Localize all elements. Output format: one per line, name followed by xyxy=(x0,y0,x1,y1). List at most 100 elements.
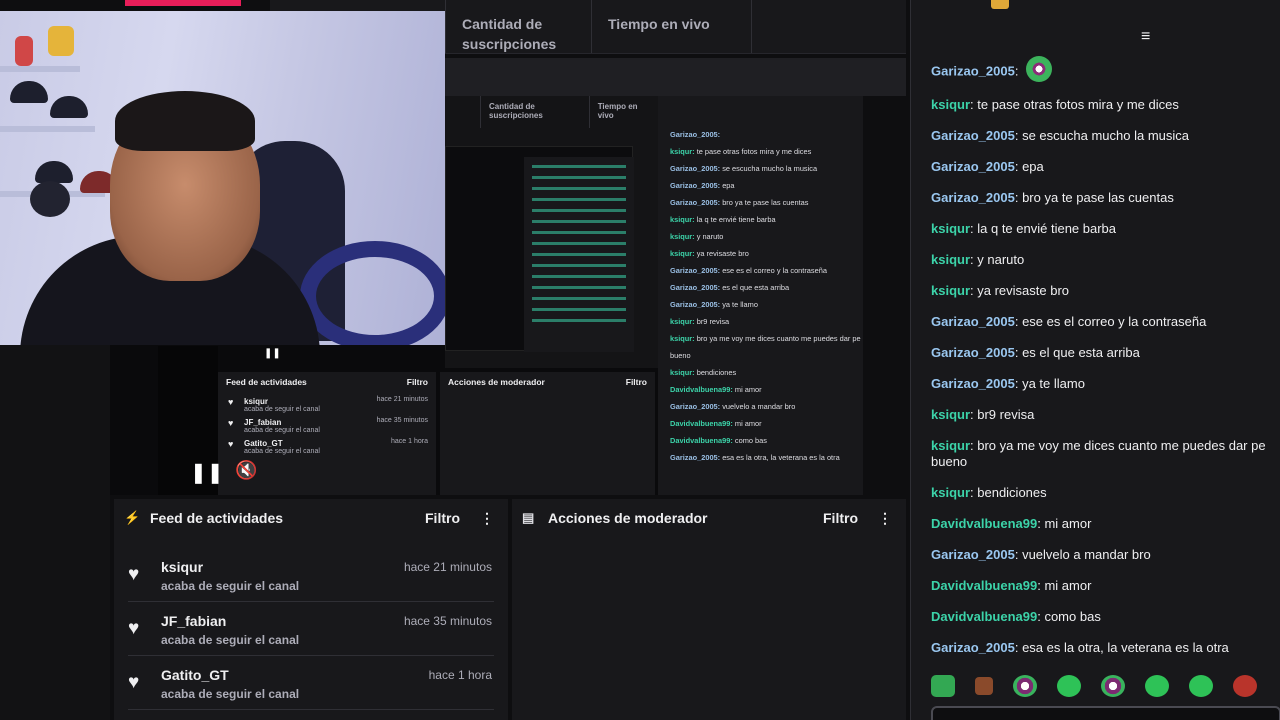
chat-username[interactable]: Garizao_2005 xyxy=(931,63,1015,78)
activity-feed-panel: ⚡ Feed de actividades Filtro ⋮ ♥ ksiqur ac… xyxy=(114,499,508,720)
preview-chat-line: Garizao_2005: ya te llamo xyxy=(670,296,863,313)
activity-feed-title: Feed de actividades xyxy=(150,510,284,526)
preview-chat-user: Garizao_2005: xyxy=(670,402,723,411)
chat-colon: : xyxy=(1014,159,1023,174)
chat-text: bro ya me voy me dices cuanto me puedes … xyxy=(931,438,1266,469)
chat-colon: : xyxy=(1014,345,1023,360)
chat-text: se escucha mucho la musica xyxy=(1022,128,1189,143)
chat-message[interactable]: Garizao_2005: ese es el correo y la cont… xyxy=(931,307,1280,338)
chat-username[interactable]: Garizao_2005 xyxy=(931,345,1015,360)
preview-chat-user: Davidvalbuena99: xyxy=(670,419,735,428)
chat-message[interactable]: Davidvalbuena99: mi amor xyxy=(931,571,1280,602)
pause-icon[interactable]: ❚❚ xyxy=(190,460,224,485)
chat-username[interactable]: Davidvalbuena99 xyxy=(931,578,1037,593)
preview-chat-line: Garizao_2005: xyxy=(670,126,863,143)
chat-message[interactable]: Garizao_2005: esa es la otra, la veteran… xyxy=(931,633,1280,664)
moderator-actions-title: Acciones de moderador xyxy=(548,510,708,526)
document-icon: ▤ xyxy=(522,510,535,525)
cap xyxy=(35,161,73,183)
chat-message[interactable]: Davidvalbuena99: como bas xyxy=(931,602,1280,633)
chat-username[interactable]: Garizao_2005 xyxy=(931,640,1015,655)
chat-message[interactable]: Garizao_2005: epa xyxy=(931,152,1280,183)
preview-chat: Garizao_2005: ksiqur: te pase otras foto… xyxy=(658,96,863,495)
preview-chat-line: bueno xyxy=(670,347,863,364)
chat-username[interactable]: ksiqur xyxy=(931,221,970,236)
feed-item[interactable]: ♥ Gatito_GT acaba de seguir el canal hace 1… xyxy=(128,656,494,710)
chat-username[interactable]: Garizao_2005 xyxy=(931,159,1015,174)
chat-message[interactable]: ksiqur: la q te envié tiene barba xyxy=(931,214,1280,245)
chat-username[interactable]: ksiqur xyxy=(931,485,970,500)
chat-text: la q te envié tiene barba xyxy=(977,221,1117,236)
preview-feed-name: ksiqur xyxy=(244,397,269,406)
chat-input[interactable] xyxy=(931,706,1280,720)
more-options-icon[interactable]: ⋮ xyxy=(480,510,494,527)
preview-chat-text: se escucha mucho la musica xyxy=(722,164,818,173)
stream-manager: Seguidores Cantidad de suscripciones Tie… xyxy=(0,0,1280,720)
chat-username[interactable]: ksiqur xyxy=(931,97,970,112)
lightning-icon: ⚡ xyxy=(124,510,141,525)
preview-chat-text: y naruto xyxy=(696,232,724,241)
chat-username[interactable]: Garizao_2005 xyxy=(931,190,1015,205)
chat-message[interactable]: Garizao_2005: se escucha mucho la musica xyxy=(931,121,1280,152)
chat-message[interactable]: ksiqur: ya revisaste bro xyxy=(931,276,1280,307)
preview-chat-line: Garizao_2005: epa xyxy=(670,177,863,194)
emote-icon[interactable] xyxy=(975,677,993,695)
chat-text: ya te llamo xyxy=(1022,376,1085,391)
preview-chat-line: ksiqur: br9 revisa xyxy=(670,313,863,330)
preview-chat-text: bro ya me voy me dices cuanto me puedes … xyxy=(696,334,861,343)
chat-message[interactable]: Garizao_2005: es el que esta arriba xyxy=(931,338,1280,369)
chat-username[interactable]: Garizao_2005 xyxy=(931,547,1015,562)
chat-text: vuelvelo a mandar bro xyxy=(1022,547,1151,562)
chat-text: ya revisaste bro xyxy=(977,283,1070,298)
chat-colon: : xyxy=(1014,547,1023,562)
chat-text: bro ya te pase las cuentas xyxy=(1022,190,1174,205)
chat-colon: : xyxy=(1014,376,1023,391)
chat-message[interactable]: ksiqur: bro ya me voy me dices cuanto me… xyxy=(931,431,1280,478)
emote-icon[interactable] xyxy=(931,675,955,697)
chat-message[interactable]: Davidvalbuena99: mi amor xyxy=(931,509,1280,540)
chat-message[interactable]: ksiqur: bendiciones xyxy=(931,478,1280,509)
chat-message[interactable]: ksiqur: y naruto xyxy=(931,245,1280,276)
activity-feed-filter-button[interactable]: Filtro xyxy=(425,510,460,526)
chat-username[interactable]: Davidvalbuena99 xyxy=(931,609,1037,624)
chat-username[interactable]: ksiqur xyxy=(931,407,970,422)
chat-filter-icon[interactable]: ≡ xyxy=(1141,28,1150,46)
chat-message[interactable]: Garizao_2005: xyxy=(931,55,1280,90)
chat-text: como bas xyxy=(1044,609,1101,624)
preview-chat-line: Davidvalbuena99: mi amor xyxy=(670,381,863,398)
chat-username[interactable]: Garizao_2005 xyxy=(931,128,1015,143)
gift-sub-banner[interactable] xyxy=(991,0,1280,9)
gift-icon xyxy=(991,0,1009,9)
chat-message[interactable]: ksiqur: te pase otras fotos mira y me di… xyxy=(931,90,1280,121)
preview-chat-user: ksiqur: xyxy=(670,232,697,241)
preview-chat-text: br9 revisa xyxy=(696,317,730,326)
chat-message[interactable]: Garizao_2005: ya te llamo xyxy=(931,369,1280,400)
more-options-icon[interactable]: ⋮ xyxy=(878,510,892,527)
preview-chat-text: bro ya te pase las cuentas xyxy=(722,198,809,207)
chat-username[interactable]: ksiqur xyxy=(931,283,970,298)
chat-username[interactable]: ksiqur xyxy=(931,438,970,453)
mute-icon[interactable]: 🔇 xyxy=(235,460,257,481)
chat-message[interactable]: ksiqur: br9 revisa xyxy=(931,400,1280,431)
heart-icon: ♥ xyxy=(128,672,140,693)
emote-icon[interactable] xyxy=(1057,675,1081,697)
emote-icon[interactable] xyxy=(1189,675,1213,697)
helmet xyxy=(30,181,70,217)
moderator-filter-button[interactable]: Filtro xyxy=(823,510,858,526)
chat-message[interactable]: Garizao_2005: vuelvelo a mandar bro xyxy=(931,540,1280,571)
chat-username[interactable]: Garizao_2005 xyxy=(931,376,1015,391)
emote-icon[interactable] xyxy=(1013,675,1037,697)
preview-chat-user: ksiqur: xyxy=(670,368,697,377)
emote-icon[interactable] xyxy=(1145,675,1169,697)
emote-icon[interactable] xyxy=(1233,675,1257,697)
preview-feed-name: Gatito_GT xyxy=(244,439,283,448)
heart-icon: ♥ xyxy=(228,397,234,407)
feed-item[interactable]: ♥ JF_fabian acaba de seguir el canal hace 3… xyxy=(128,602,494,656)
feed-item[interactable]: ♥ ksiqur acaba de seguir el canal hace 21 m… xyxy=(128,548,494,602)
chat-message[interactable]: Garizao_2005: bro ya te pase las cuentas xyxy=(931,183,1280,214)
emote-icon[interactable] xyxy=(1101,675,1125,697)
chat-username[interactable]: ksiqur xyxy=(931,252,970,267)
chat-username[interactable]: Garizao_2005 xyxy=(931,314,1015,329)
chat-username[interactable]: Davidvalbuena99 xyxy=(931,516,1037,531)
chat-colon: : xyxy=(1014,314,1023,329)
